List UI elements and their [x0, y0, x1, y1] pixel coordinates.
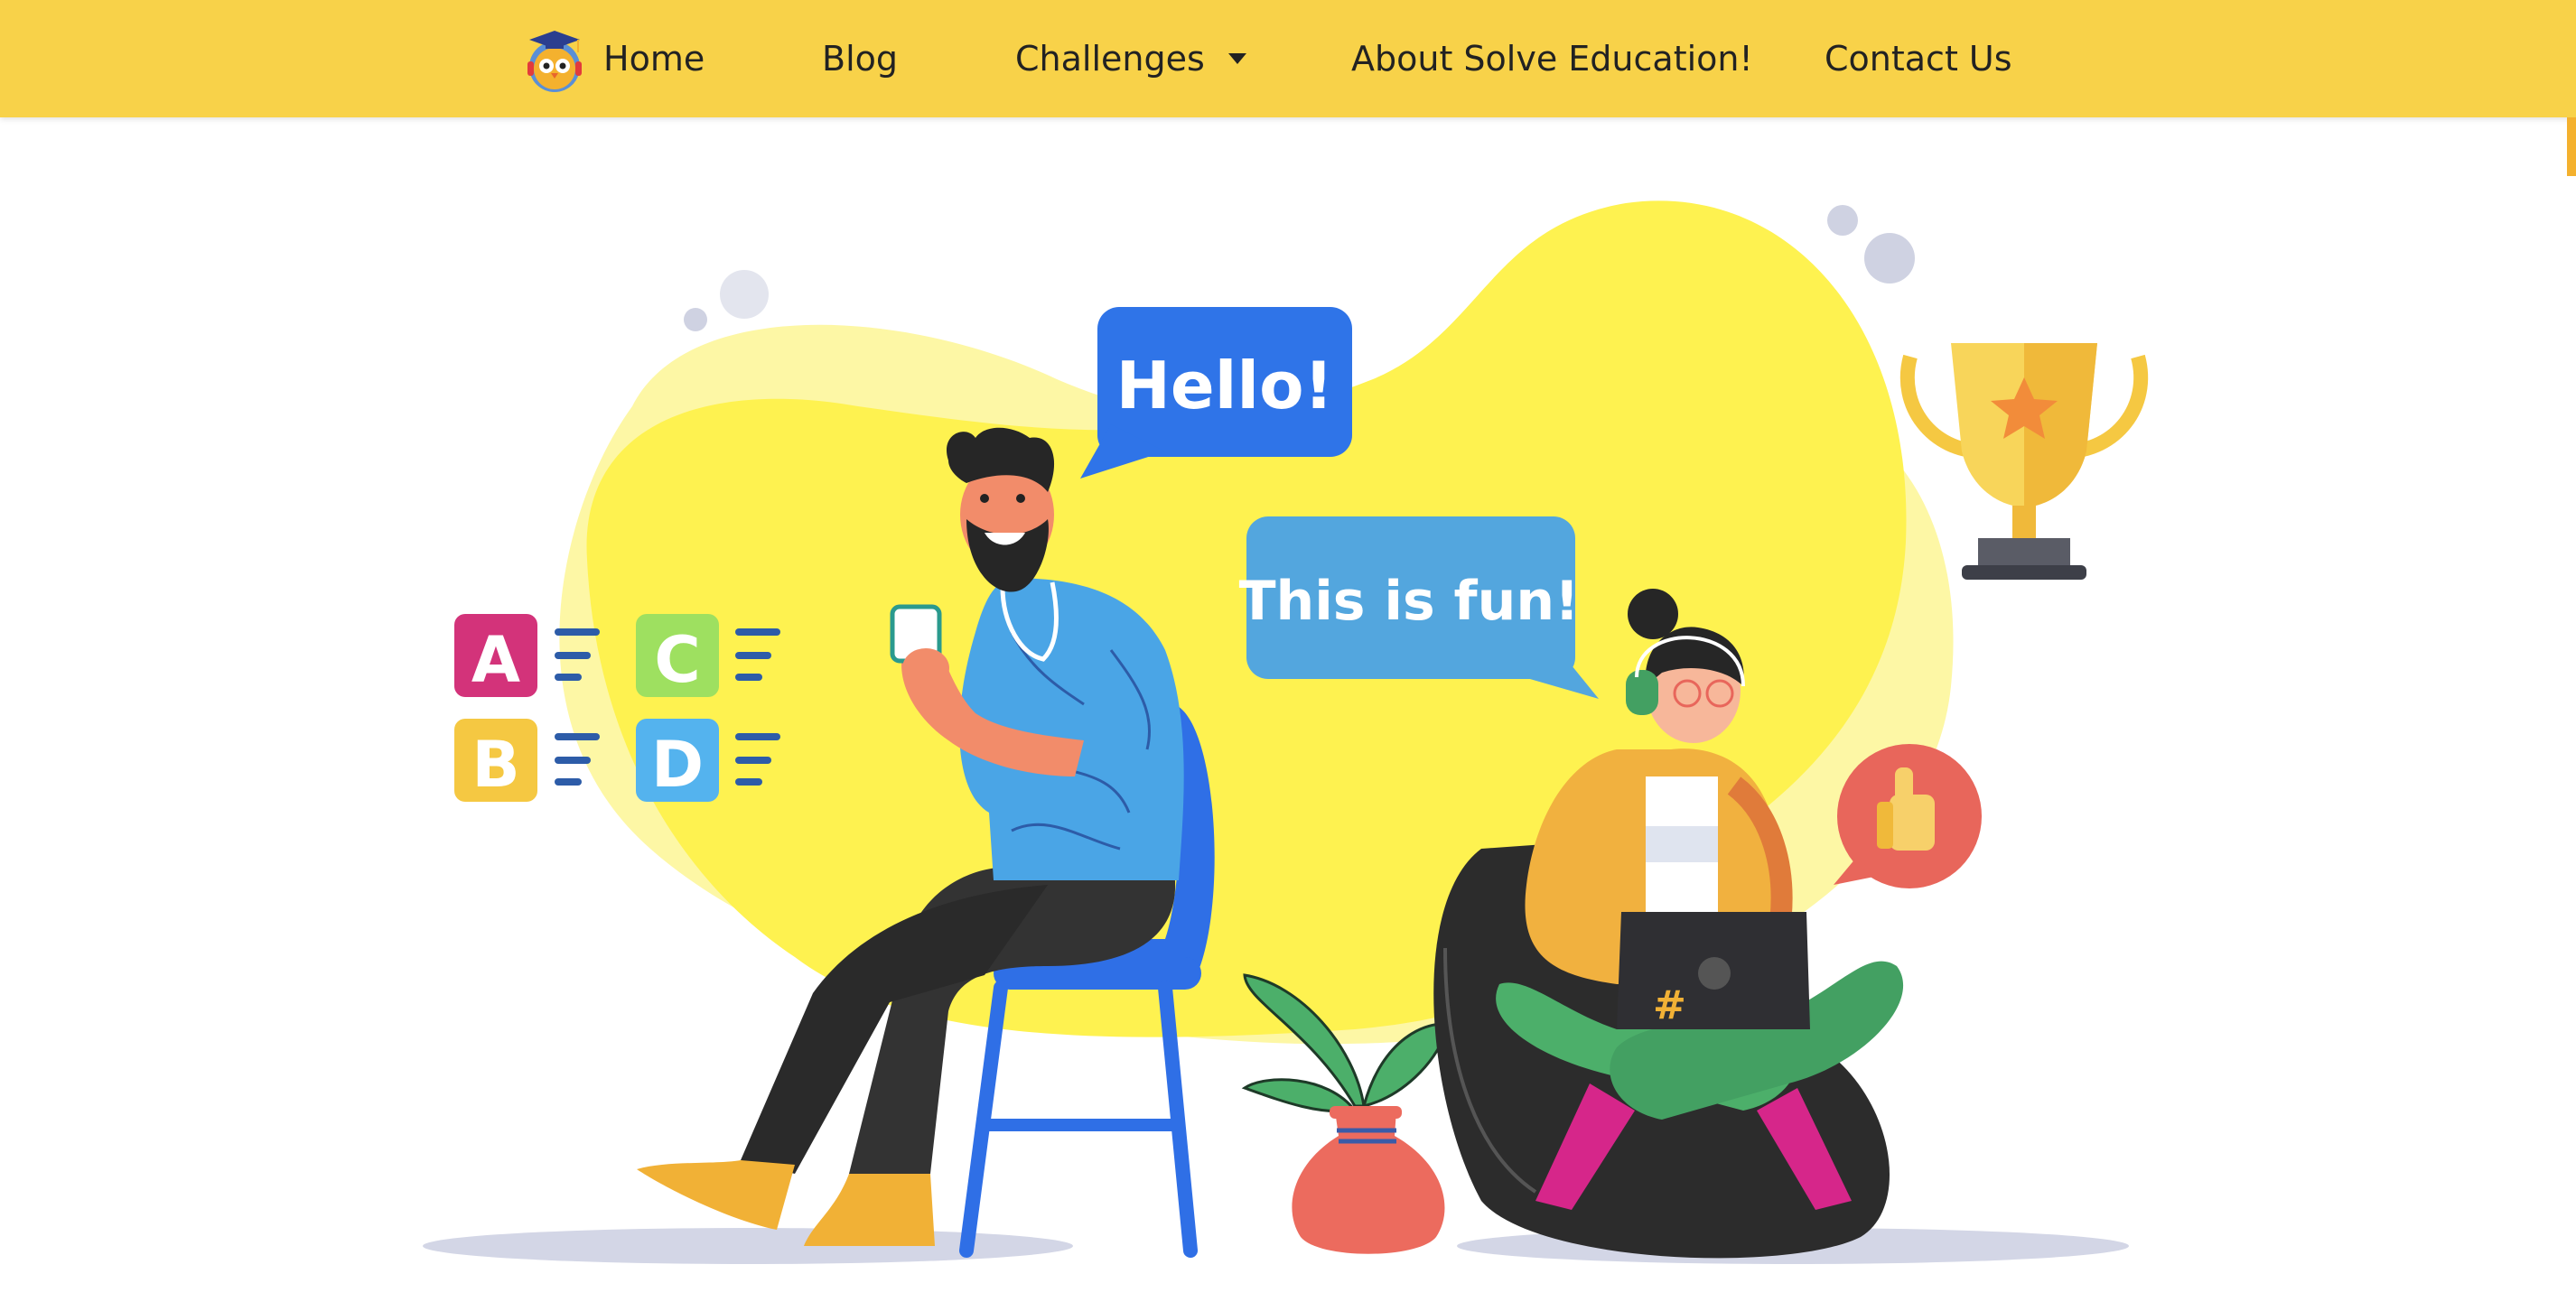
speech-bubble-fun: This is fun!	[1239, 516, 1599, 699]
headphones-icon	[1626, 670, 1658, 715]
decor-dot	[684, 308, 707, 331]
option-b-label: B	[471, 728, 519, 802]
decor-dot	[720, 270, 769, 319]
hero-svg: A B C D Hello! This is fun! #	[423, 200, 2149, 1264]
trophy-icon	[1899, 343, 2149, 580]
option-d-label: D	[651, 728, 704, 802]
option-a-label: A	[471, 623, 520, 697]
nav-about-link[interactable]: About Solve Education!	[1351, 0, 1753, 117]
decor-dot	[1827, 205, 1858, 236]
nav-contact-link[interactable]: Contact Us	[1825, 0, 2012, 117]
speech-bubble-hello: Hello!	[1080, 307, 1352, 479]
decor-dot	[1864, 233, 1915, 284]
top-navbar: Home Blog Challenges About Solve Educati…	[0, 0, 2576, 117]
chevron-down-icon	[1227, 52, 1246, 64]
nav-blog-link[interactable]: Blog	[822, 0, 898, 117]
laptop-hash-text: #	[1653, 982, 1686, 1028]
nav-menu: Home Blog Challenges About Solve Educati…	[0, 0, 2576, 117]
option-c-label: C	[654, 623, 700, 697]
nav-challenges-dropdown[interactable]: Challenges	[1015, 0, 1246, 117]
hero-illustration: A B C D Hello! This is fun! #	[0, 117, 2576, 1311]
bubble-fun-text: This is fun!	[1239, 570, 1580, 633]
owl-logo-icon[interactable]	[518, 25, 591, 94]
nav-challenges-label: Challenges	[1015, 39, 1205, 79]
nav-home-link[interactable]: Home	[603, 0, 705, 117]
bubble-hello-text: Hello!	[1116, 348, 1334, 423]
